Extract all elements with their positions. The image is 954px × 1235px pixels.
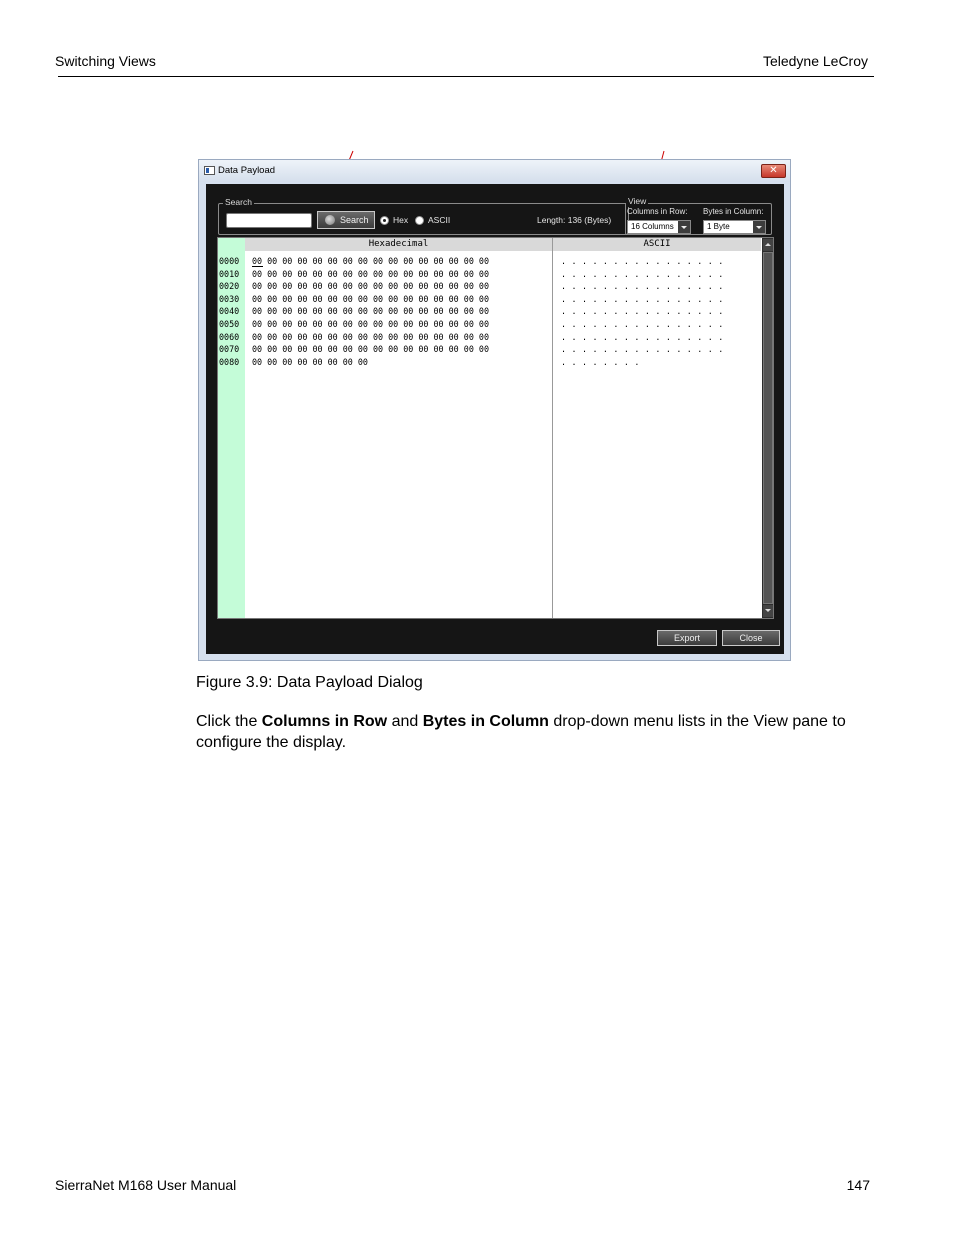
- search-group-label: Search: [223, 196, 254, 208]
- hex-radio[interactable]: [380, 216, 389, 225]
- ascii-radio[interactable]: [415, 216, 424, 225]
- search-button[interactable]: Search: [317, 211, 375, 229]
- app-icon: [204, 166, 215, 175]
- hex-column-header: Hexadecimal: [245, 238, 552, 251]
- ascii-data[interactable]: . . . . . . . . . . . . . . . . . . . . …: [561, 255, 724, 368]
- dialog-footer: Export Close: [206, 624, 784, 654]
- columns-in-row-value: 16 Columns: [631, 222, 674, 231]
- bytes-in-column-select[interactable]: 1 Byte: [703, 220, 766, 234]
- data-payload-dialog: Data Payload ✕ Search Search Hex ASCII L…: [198, 159, 791, 661]
- hex-radio-label: Hex: [393, 215, 409, 225]
- pane-divider[interactable]: [552, 238, 553, 618]
- close-icon[interactable]: ✕: [761, 164, 786, 178]
- export-button[interactable]: Export: [657, 630, 717, 646]
- bytes-in-column-value: 1 Byte: [707, 222, 730, 231]
- body-text-2: and: [387, 713, 423, 730]
- chevron-down-icon[interactable]: [753, 221, 765, 233]
- ascii-radio-label: ASCII: [428, 215, 451, 225]
- scroll-up-icon[interactable]: [763, 239, 773, 251]
- ascii-column-header: ASCII: [553, 238, 761, 251]
- page-number: 147: [846, 1177, 870, 1193]
- bytes-in-column-term: Bytes in Column: [422, 713, 549, 730]
- search-button-label: Search: [340, 215, 369, 225]
- page-header-company: Teledyne LeCroy: [762, 53, 868, 69]
- vertical-scrollbar[interactable]: [762, 238, 773, 618]
- header-rule: [58, 76, 874, 77]
- length-readout: Length: 136 (Bytes): [537, 215, 612, 225]
- figure-caption: Figure 3.9: Data Payload Dialog: [196, 674, 423, 691]
- close-button[interactable]: Close: [722, 630, 780, 646]
- footer-manual-title: SierraNet M168 User Manual: [55, 1177, 237, 1193]
- columns-in-row-term: Columns in Row: [261, 713, 388, 730]
- scroll-down-icon[interactable]: [763, 605, 773, 617]
- view-group-label: View: [626, 195, 649, 207]
- search-icon: [325, 215, 335, 225]
- body-text-1: Click the: [196, 713, 262, 730]
- dialog-titlebar[interactable]: Data Payload ✕: [199, 160, 790, 182]
- dialog-title: Data Payload: [218, 165, 276, 176]
- chevron-down-icon[interactable]: [678, 221, 690, 233]
- hex-data[interactable]: 00 00 00 00 00 00 00 00 00 00 00 00 00 0…: [252, 255, 489, 368]
- body-paragraph: Click the Columns in Row and Bytes in Co…: [196, 711, 886, 753]
- offset-list: 0000 0010 0020 0030 0040 0050 0060 0070 …: [219, 256, 240, 367]
- payload-pane[interactable]: Hexadecimal ASCII 0000 0010 0020 0030 00…: [217, 237, 774, 619]
- dialog-client-area: Search Search Hex ASCII Length: 136 (Byt…: [206, 184, 784, 654]
- columns-in-row-label: Columns in Row:: [627, 207, 688, 216]
- columns-in-row-select[interactable]: 16 Columns: [627, 220, 691, 234]
- page-header-section: Switching Views: [55, 53, 156, 69]
- scroll-thumb[interactable]: [763, 252, 773, 604]
- hex-cursor: [252, 266, 263, 267]
- bytes-in-column-label: Bytes in Column:: [703, 207, 764, 216]
- search-input[interactable]: [226, 213, 312, 228]
